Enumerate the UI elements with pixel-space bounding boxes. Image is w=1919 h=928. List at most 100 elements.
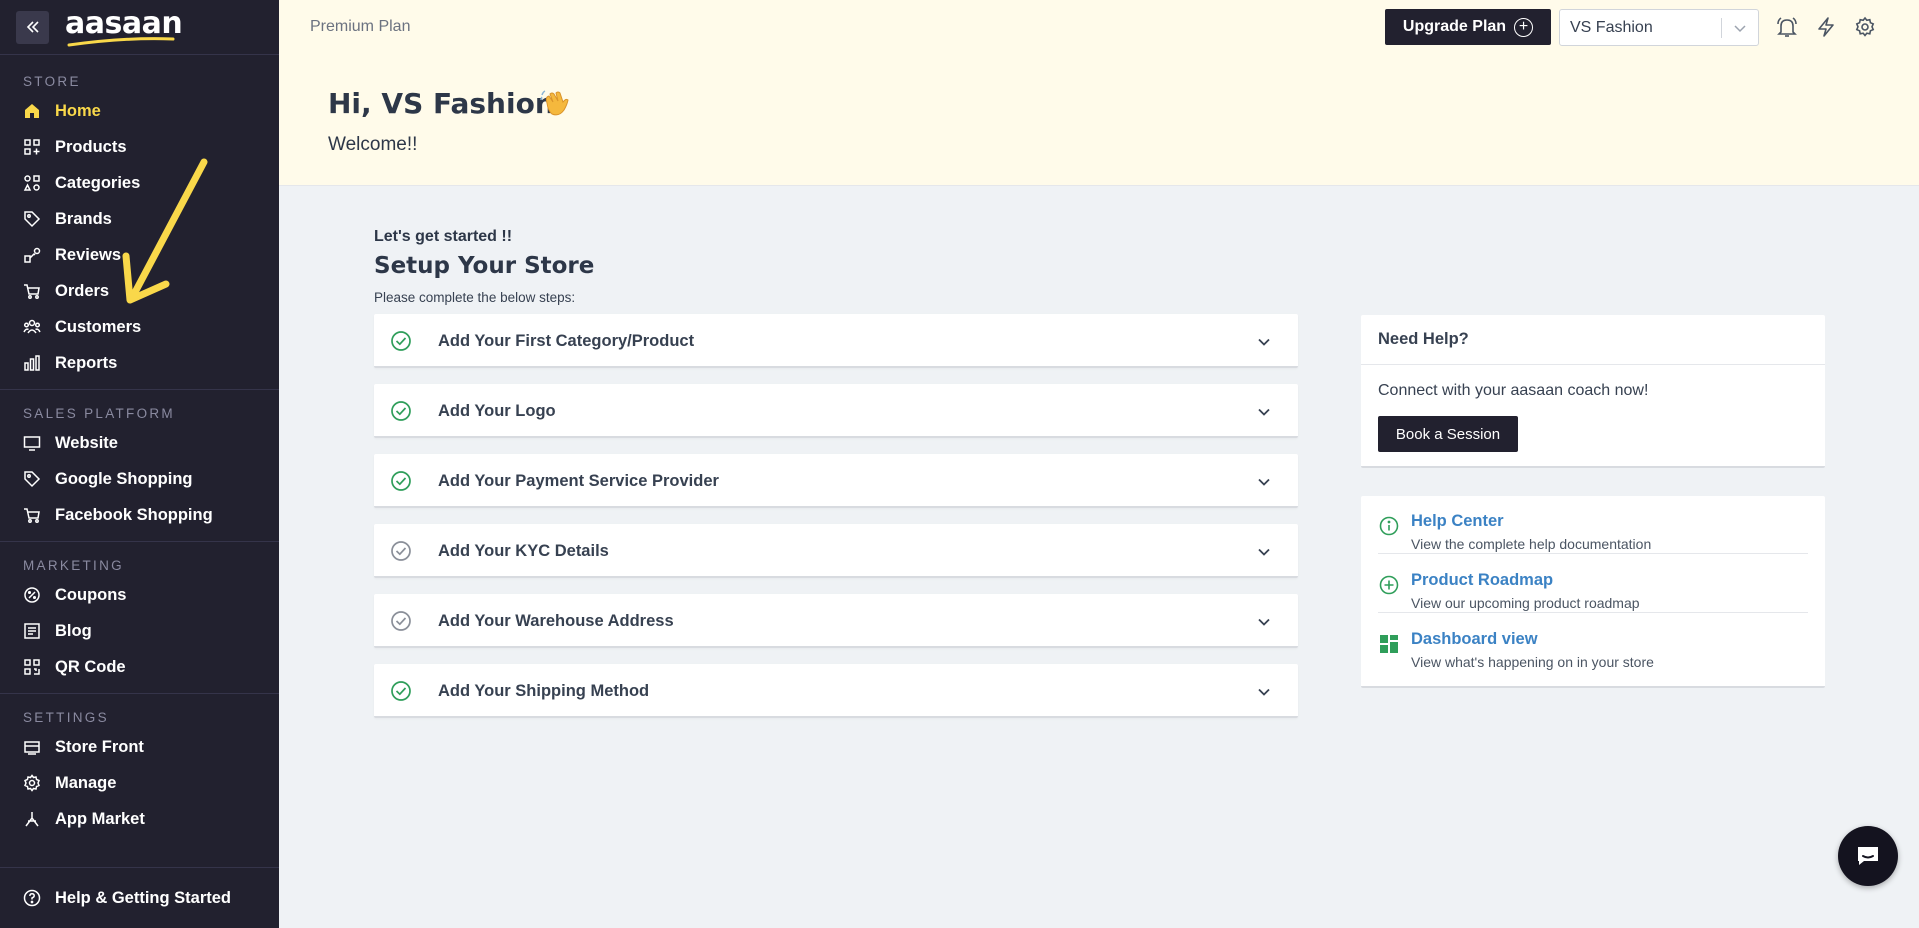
check-circle-icon [391, 681, 411, 701]
chevron-down-icon[interactable] [1256, 474, 1272, 490]
setup-step-warehouse-address[interactable]: Add Your Warehouse Address [374, 594, 1298, 648]
upgrade-plan-label: Upgrade Plan [1402, 18, 1507, 35]
need-help-title: Need Help? [1361, 315, 1825, 365]
sidebar-item-label: Google Shopping [55, 469, 193, 488]
sidebar-item-blog[interactable]: Blog [0, 613, 279, 649]
brand-logo-text: aasaan [65, 6, 183, 41]
setup-kicker: Let's get started !! [374, 228, 513, 245]
reviews-icon [23, 246, 41, 264]
upgrade-plan-button[interactable]: Upgrade Plan + [1385, 9, 1551, 45]
sidebar-item-google-shopping[interactable]: Google Shopping [0, 461, 279, 497]
book-session-button[interactable]: Book a Session [1378, 416, 1518, 452]
logo-swoosh [67, 37, 175, 47]
check-circle-icon [391, 471, 411, 491]
chevron-down-icon [1734, 25, 1746, 33]
setup-step-label: Add Your First Category/Product [438, 332, 695, 350]
select-divider [1721, 18, 1722, 38]
sidebar-item-app-market[interactable]: App Market [0, 801, 279, 837]
link-title: Help Center [1411, 512, 1504, 530]
storefront-icon [23, 738, 41, 756]
sidebar-item-label: QR Code [55, 657, 126, 676]
sidebar-item-home[interactable]: Home [0, 93, 279, 129]
app-market-icon [23, 810, 41, 828]
sidebar-header: aasaan [0, 0, 279, 55]
dashboard-view-link[interactable]: Dashboard view View what's happening on … [1378, 614, 1808, 672]
need-help-card: Need Help? Connect with your aasaan coac… [1361, 315, 1825, 468]
sidebar-item-label: Orders [55, 281, 110, 300]
blog-icon [23, 622, 41, 640]
chevron-down-icon[interactable] [1256, 334, 1272, 350]
help-getting-started-link[interactable]: Help & Getting Started [0, 867, 279, 928]
setup-step-label: Add Your Logo [438, 402, 556, 420]
help-center-link[interactable]: Help Center View the complete help docum… [1378, 496, 1808, 554]
link-description: View what's happening on in your store [1411, 654, 1654, 670]
setup-steps-list: Add Your First Category/Product Add Your… [374, 314, 1298, 734]
sidebar-item-label: Home [55, 101, 101, 120]
sidebar-item-qr-code[interactable]: QR Code [0, 649, 279, 685]
double-chevron-left-icon [26, 21, 39, 33]
sidebar-item-customers[interactable]: Customers [0, 309, 279, 345]
store-select[interactable]: VS Fashion [1559, 9, 1759, 46]
link-description: View our upcoming product roadmap [1411, 595, 1640, 611]
products-icon [23, 138, 41, 156]
chevron-down-icon[interactable] [1256, 614, 1272, 630]
bell-icon[interactable] [1776, 16, 1798, 38]
sidebar-item-label: App Market [55, 809, 145, 828]
sidebar-item-store-front[interactable]: Store Front [0, 729, 279, 765]
sidebar-section-marketing: MARKETING Coupons Blog QR Code [0, 542, 279, 694]
sidebar-item-label: Brands [55, 209, 112, 228]
top-bar: Premium Plan Upgrade Plan + VS Fashion [279, 0, 1919, 54]
sidebar-section-settings: SETTINGS Store Front Manage App Market [0, 694, 279, 845]
sidebar-item-label: Products [55, 137, 127, 156]
resource-links-card: Help Center View the complete help docum… [1361, 496, 1825, 688]
welcome-subtitle: Welcome!! [328, 134, 418, 155]
brand-logo[interactable]: aasaan [65, 6, 183, 47]
setup-step-label: Add Your Payment Service Provider [438, 472, 719, 490]
chevron-down-icon[interactable] [1256, 684, 1272, 700]
help-getting-started-label: Help & Getting Started [55, 888, 232, 907]
sidebar-item-coupons[interactable]: Coupons [0, 577, 279, 613]
link-description: View the complete help documentation [1411, 536, 1652, 552]
collapse-sidebar-button[interactable] [16, 10, 49, 44]
setup-title: Setup Your Store [374, 253, 595, 279]
chat-button[interactable] [1838, 826, 1898, 886]
plan-label: Premium Plan [310, 18, 411, 35]
chat-bubble-icon [1858, 847, 1878, 865]
setup-instruction: Please complete the below steps: [374, 290, 576, 305]
grid-icon [1380, 635, 1398, 653]
greeting-title: Hi, VS Fashion [328, 87, 555, 120]
link-title: Product Roadmap [1411, 571, 1554, 589]
sidebar-item-label: Facebook Shopping [55, 505, 213, 524]
home-icon [23, 102, 41, 120]
setup-step-label: Add Your Shipping Method [438, 682, 650, 700]
sidebar-item-facebook-shopping[interactable]: Facebook Shopping [0, 497, 279, 533]
setup-step-first-category-product[interactable]: Add Your First Category/Product [374, 314, 1298, 368]
settings-gear-icon[interactable] [1854, 16, 1876, 38]
setup-step-payment-provider[interactable]: Add Your Payment Service Provider [374, 454, 1298, 508]
setup-step-shipping-method[interactable]: Add Your Shipping Method [374, 664, 1298, 718]
section-title: SALES PLATFORM [23, 406, 175, 421]
chevron-down-icon[interactable] [1256, 544, 1272, 560]
chevron-down-icon[interactable] [1256, 404, 1272, 420]
setup-step-kyc-details[interactable]: Add Your KYC Details [374, 524, 1298, 578]
section-title: STORE [23, 74, 81, 89]
check-circle-icon [391, 331, 411, 351]
help-circle-icon [23, 889, 41, 907]
welcome-banner: Hi, VS Fashion Welcome!! [279, 54, 1919, 186]
yellow-arrow-annotation [122, 158, 208, 304]
store-select-value: VS Fashion [1570, 18, 1653, 36]
sidebar-item-manage[interactable]: Manage [0, 765, 279, 801]
qr-icon [23, 658, 41, 676]
sidebar-section-sales-platform: SALES PLATFORM Website Google Shopping F… [0, 390, 279, 542]
sidebar-item-label: Blog [55, 621, 92, 640]
waving-hand-icon [540, 90, 569, 116]
sidebar-item-website[interactable]: Website [0, 425, 279, 461]
section-title: MARKETING [23, 558, 124, 573]
setup-step-logo[interactable]: Add Your Logo [374, 384, 1298, 438]
link-title: Dashboard view [1411, 630, 1538, 648]
lightning-icon[interactable] [1815, 16, 1837, 38]
setup-step-label: Add Your Warehouse Address [438, 612, 674, 630]
sidebar-item-reports[interactable]: Reports [0, 345, 279, 381]
need-help-text: Connect with your aasaan coach now! [1378, 382, 1649, 399]
product-roadmap-link[interactable]: Product Roadmap View our upcoming produc… [1378, 555, 1808, 613]
